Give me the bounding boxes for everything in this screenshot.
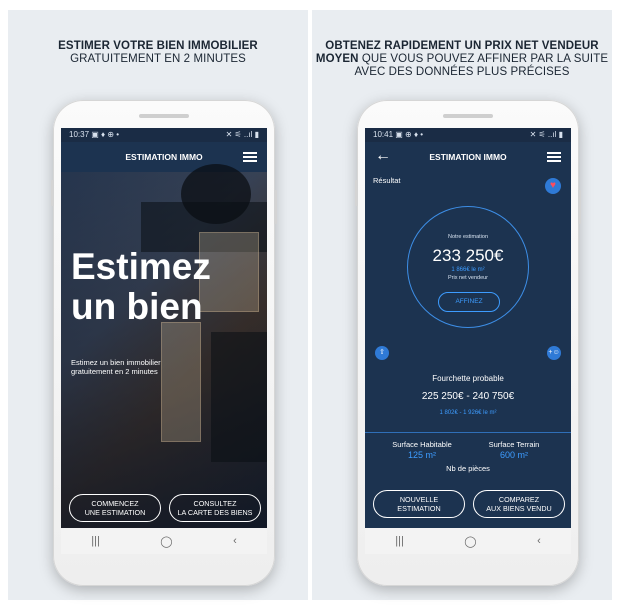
- pieces-label: Nb de pièces: [446, 464, 490, 473]
- app-title: ESTIMATION IMMO: [125, 152, 203, 162]
- hero-subtitle-line2: gratuitement en 2 minutes: [71, 367, 158, 376]
- recent-apps-icon[interactable]: |||: [91, 535, 100, 547]
- estimate-net-label: Prix net vendeur: [447, 275, 489, 281]
- refine-button[interactable]: AFFINEZ: [438, 292, 500, 312]
- right-caption-line1: OBTENEZ RAPIDEMENT UN PRIX NET VENDEUR: [325, 40, 599, 52]
- home-icon[interactable]: ◯: [160, 535, 172, 548]
- map-btn-line2: LA CARTE DES BIENS: [177, 508, 253, 517]
- recent-apps-icon[interactable]: |||: [395, 535, 404, 547]
- system-icons: ✕ ⚟ ..ıl ▮: [225, 130, 259, 139]
- compare-sold-button[interactable]: COMPAREZ AUX BIENS VENDU: [473, 490, 565, 518]
- android-nav-bar: ||| ◯ ‹: [365, 528, 571, 554]
- house-wall: [161, 322, 201, 442]
- surface-terrain-label: Surface Terrain: [488, 440, 540, 449]
- start-btn-line1: COMMENCEZ: [91, 499, 139, 508]
- back-icon[interactable]: ‹: [233, 535, 237, 547]
- hero-title-line1: Estimez: [71, 246, 211, 287]
- power-button: [274, 190, 277, 224]
- range-per-m2: 1 802€ - 1 926€ le m²: [439, 410, 497, 416]
- volume-button: [51, 180, 54, 206]
- compare-btn-line1: COMPAREZ: [498, 495, 540, 504]
- app-bar: ESTIMATION IMMO: [61, 142, 267, 172]
- phone-screen-left: 10:37 ▣ ♦ ⊕ • ✕ ⚟ ..ıl ▮ ESTIMATION IMMO…: [61, 128, 267, 554]
- estimate-label: Notre estimation: [447, 234, 489, 240]
- right-caption-line2-bold: MOYEN: [315, 53, 359, 65]
- house-facade: [211, 332, 267, 462]
- view-map-button[interactable]: CONSULTEZ LA CARTE DES BIENS: [169, 494, 261, 522]
- notification-icons: ▣ ⊕ ♦ •: [395, 130, 424, 139]
- left-caption-line1: ESTIMER VOTRE BIEN IMMOBILIER: [58, 40, 258, 52]
- app-title: ESTIMATION IMMO: [429, 152, 507, 162]
- estimate-value: 233 250€: [432, 246, 504, 265]
- start-btn-line2: UNE ESTIMATION: [84, 508, 146, 517]
- estimate-per-m2: 1 866€ le m²: [451, 267, 485, 273]
- new-btn-line2: ESTIMATION: [397, 504, 441, 513]
- right-caption-line2-rest: QUE VOUS POUVEZ AFFINER PAR LA SUITE: [358, 53, 609, 65]
- section-divider: [365, 432, 571, 433]
- back-arrow-icon[interactable]: ←: [375, 148, 391, 164]
- right-promo-panel: OBTENEZ RAPIDEMENT UN PRIX NET VENDEUR M…: [312, 10, 612, 600]
- surface-habitable-value: 125 m²: [407, 450, 436, 460]
- left-promo-panel: ESTIMER VOTRE BIEN IMMOBILIER GRATUITEME…: [8, 10, 308, 600]
- hero-image: Estimez un bien Estimez un bien immobili…: [61, 164, 267, 528]
- favorite-heart-icon[interactable]: ♥: [545, 178, 561, 194]
- menu-icon[interactable]: [243, 152, 257, 162]
- new-btn-line1: NOUVELLE: [399, 495, 439, 504]
- surface-terrain-value: 600 m²: [499, 450, 528, 460]
- range-label: Fourchette probable: [432, 374, 504, 383]
- surface-habitable-label: Surface Habitable: [392, 440, 452, 449]
- new-estimation-button[interactable]: NOUVELLE ESTIMATION: [373, 490, 465, 518]
- hero-subtitle-line1: Estimez un bien immobilier: [71, 358, 161, 367]
- status-bar: 10:37 ▣ ♦ ⊕ • ✕ ⚟ ..ıl ▮: [61, 128, 267, 142]
- add-contact-icon[interactable]: +☺: [547, 346, 561, 360]
- volume-button: [355, 180, 358, 206]
- phone-speaker: [443, 114, 493, 118]
- compare-btn-line2: AUX BIENS VENDU: [486, 504, 552, 513]
- right-caption-line3: AVEC DES DONNÉES PLUS PRÉCISES: [354, 66, 570, 78]
- back-icon[interactable]: ‹: [537, 535, 541, 547]
- status-time: 10:37: [69, 130, 90, 139]
- range-value: 225 250€ - 240 750€: [421, 391, 515, 402]
- share-icon[interactable]: ⇧: [375, 346, 389, 360]
- hero-title: Estimez un bien: [71, 247, 211, 327]
- system-icons: ✕ ⚟ ..ıl ▮: [529, 130, 563, 139]
- phone-speaker: [139, 114, 189, 118]
- left-caption-line2: GRATUITEMENT EN 2 MINUTES: [70, 53, 246, 65]
- app-bar: ← ESTIMATION IMMO: [365, 142, 571, 172]
- status-bar: 10:41 ▣ ⊕ ♦ • ✕ ⚟ ..ıl ▮: [365, 128, 571, 142]
- android-nav-bar: ||| ◯ ‹: [61, 528, 267, 554]
- result-label: Résultat: [373, 176, 401, 185]
- hero-title-line2: un bien: [71, 286, 203, 327]
- map-btn-line1: CONSULTEZ: [193, 499, 237, 508]
- status-time: 10:41: [373, 130, 394, 139]
- start-estimation-button[interactable]: COMMENCEZ UNE ESTIMATION: [69, 494, 161, 522]
- power-button: [578, 190, 581, 224]
- phone-frame-left: 10:37 ▣ ♦ ⊕ • ✕ ⚟ ..ıl ▮ ESTIMATION IMMO…: [51, 100, 277, 586]
- hero-subtitle: Estimez un bien immobilier gratuitement …: [71, 358, 181, 376]
- notification-icons: ▣ ♦ ⊕ •: [91, 130, 120, 139]
- phone-screen-right: 10:41 ▣ ⊕ ♦ • ✕ ⚟ ..ıl ▮ ← ESTIMATION IM…: [365, 128, 571, 554]
- menu-icon[interactable]: [547, 152, 561, 162]
- home-icon[interactable]: ◯: [464, 535, 476, 548]
- left-caption: ESTIMER VOTRE BIEN IMMOBILIER GRATUITEME…: [8, 40, 308, 66]
- right-caption: OBTENEZ RAPIDEMENT UN PRIX NET VENDEUR M…: [312, 40, 612, 79]
- phone-frame-right: 10:41 ▣ ⊕ ♦ • ✕ ⚟ ..ıl ▮ ← ESTIMATION IM…: [355, 100, 581, 586]
